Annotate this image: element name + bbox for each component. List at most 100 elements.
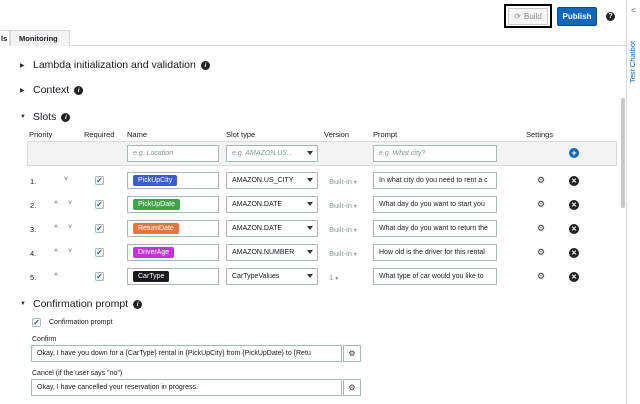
- gear-icon: ⚙: [348, 349, 356, 358]
- slot-required-checkbox[interactable]: ✓: [95, 224, 104, 233]
- confirm-label: Confirm: [32, 336, 57, 343]
- info-icon[interactable]: i: [74, 85, 84, 95]
- top-toolbar: ⟳ Build Publish ?: [0, 0, 626, 30]
- gear-icon[interactable]: ⚙: [537, 271, 545, 282]
- section-confirmation[interactable]: ▼ Confirmation prompt i: [20, 298, 143, 310]
- build-button-inner[interactable]: ⟳ Build: [508, 7, 548, 25]
- info-icon[interactable]: i: [61, 112, 71, 122]
- section-context[interactable]: ▶ Context i: [20, 84, 84, 96]
- col-priority: Priority: [29, 130, 53, 139]
- new-slot-type-placeholder: e.g. AMAZON.US...: [232, 150, 293, 157]
- refresh-icon: ⟳: [514, 11, 521, 21]
- add-slot-icon[interactable]: +: [569, 148, 579, 158]
- slot-version-select[interactable]: Built-in ▾: [329, 225, 357, 234]
- cancel-input[interactable]: Okay, I have cancelled your reservation …: [31, 379, 342, 396]
- new-slot-name-input[interactable]: e.g. Location: [127, 145, 219, 162]
- slot-version-select[interactable]: Built-in ▾: [329, 201, 357, 210]
- scrollbar[interactable]: [621, 98, 625, 208]
- slot-required-checkbox[interactable]: ✓: [95, 248, 104, 257]
- slot-type-value: CarTypeValues: [232, 273, 280, 280]
- slot-type-select[interactable]: AMAZON.NUMBER: [226, 244, 318, 261]
- col-slot-type: Slot type: [226, 130, 256, 139]
- chevron-down-icon: [307, 151, 313, 155]
- reorder-arrows-icon[interactable]: ˄ ˅: [54, 248, 76, 255]
- delete-slot-icon[interactable]: ✕: [569, 248, 579, 258]
- help-icon[interactable]: ?: [606, 12, 615, 21]
- slot-name-chip: PickUpCity: [133, 175, 178, 186]
- slot-version-select[interactable]: Built-in ▾: [329, 249, 357, 258]
- new-slot-row: [27, 141, 617, 166]
- chevron-down-icon: ▾: [354, 228, 358, 234]
- slot-version-value: Built-in: [329, 201, 352, 210]
- caret-right-icon: ▶: [20, 62, 25, 69]
- chevron-left-icon[interactable]: <: [631, 6, 636, 15]
- chevron-down-icon: [307, 250, 313, 254]
- slot-type-select[interactable]: AMAZON.US_CITY: [226, 172, 318, 189]
- cancel-label: Cancel (if the user says "no"): [32, 370, 123, 377]
- tab-partial[interactable]: ls: [0, 30, 10, 46]
- slot-type-value: AMAZON.DATE: [232, 225, 283, 232]
- slot-prompt-input[interactable]: How old is the driver for this rental: [373, 244, 497, 261]
- slot-required-checkbox[interactable]: ✓: [95, 200, 104, 209]
- info-icon[interactable]: i: [133, 299, 143, 309]
- slot-type-select[interactable]: AMAZON.DATE: [226, 220, 318, 237]
- slot-priority: 4.: [30, 249, 37, 258]
- publish-button[interactable]: Publish: [557, 7, 597, 26]
- slot-version-value: 1: [329, 273, 334, 282]
- section-lambda[interactable]: ▶ Lambda initialization and validation i: [20, 59, 210, 71]
- slot-prompt-input[interactable]: What day do you want to start you: [373, 196, 497, 213]
- slot-name-input[interactable]: ReturnDate: [127, 220, 219, 237]
- caret-down-icon: ▼: [20, 301, 26, 307]
- gear-icon[interactable]: ⚙: [537, 223, 545, 234]
- section-slots-title: Slots: [33, 111, 57, 123]
- slot-required-checkbox[interactable]: ✓: [95, 176, 104, 185]
- chevron-down-icon: [307, 178, 313, 182]
- section-context-title: Context: [33, 84, 70, 96]
- info-icon[interactable]: i: [200, 60, 210, 70]
- new-slot-prompt-input[interactable]: e.g. What city?: [373, 145, 497, 162]
- slot-name-input[interactable]: CarType: [127, 268, 219, 285]
- new-slot-type-select[interactable]: e.g. AMAZON.US...: [226, 145, 318, 162]
- confirmation-checkbox[interactable]: ✓: [32, 318, 41, 327]
- slot-name-input[interactable]: PickUpDate: [127, 196, 219, 213]
- section-confirmation-title: Confirmation prompt: [33, 298, 129, 310]
- col-version: Version: [324, 130, 350, 139]
- delete-slot-icon[interactable]: ✕: [569, 176, 579, 186]
- gear-icon[interactable]: ⚙: [537, 199, 545, 210]
- chevron-down-icon: [307, 202, 313, 206]
- slot-name-input[interactable]: DriverAge: [127, 244, 219, 261]
- gear-icon[interactable]: ⚙: [537, 247, 545, 258]
- reorder-arrows-icon[interactable]: ˅: [64, 176, 72, 183]
- build-button[interactable]: ⟳ Build: [504, 4, 552, 28]
- cancel-settings-button[interactable]: ⚙: [343, 379, 361, 396]
- slot-type-select[interactable]: CarTypeValues: [226, 268, 318, 285]
- slot-name-chip: PickUpDate: [133, 199, 180, 210]
- slot-priority: 5.: [30, 273, 37, 282]
- slot-type-value: AMAZON.NUMBER: [232, 249, 295, 256]
- slot-version-select[interactable]: 1 ▾: [329, 273, 338, 282]
- gear-icon[interactable]: ⚙: [537, 175, 545, 186]
- confirm-settings-button[interactable]: ⚙: [343, 345, 361, 362]
- test-chatbot-label[interactable]: Test Chatbot: [628, 41, 637, 83]
- col-required: Required: [84, 130, 115, 139]
- chevron-down-icon: ▾: [354, 180, 358, 186]
- delete-slot-icon[interactable]: ✕: [569, 224, 579, 234]
- confirm-input[interactable]: Okay, I have you down for a {CarType} re…: [31, 345, 342, 362]
- caret-down-icon: ▼: [20, 114, 26, 120]
- slot-prompt-input[interactable]: What day do you want to return the: [373, 220, 497, 237]
- reorder-arrows-icon[interactable]: ˄ ˅: [54, 200, 76, 207]
- slot-type-select[interactable]: AMAZON.DATE: [226, 196, 318, 213]
- tab-monitoring[interactable]: Monitoring: [10, 30, 70, 46]
- delete-slot-icon[interactable]: ✕: [569, 272, 579, 282]
- col-name: Name: [127, 130, 148, 139]
- slot-version-value: Built-in: [329, 225, 352, 234]
- slot-version-select[interactable]: Built-in ▾: [329, 177, 357, 186]
- slot-prompt-input[interactable]: What type of car would you like to: [373, 268, 497, 285]
- slot-required-checkbox[interactable]: ✓: [95, 272, 104, 281]
- slot-prompt-input[interactable]: In what city do you need to rent a c: [373, 172, 497, 189]
- section-slots[interactable]: ▼ Slots i: [20, 111, 71, 123]
- reorder-arrows-icon[interactable]: ˄ ˅: [54, 224, 76, 231]
- slot-name-input[interactable]: PickUpCity: [127, 172, 219, 189]
- reorder-arrows-icon[interactable]: ˄: [54, 272, 62, 279]
- delete-slot-icon[interactable]: ✕: [569, 200, 579, 210]
